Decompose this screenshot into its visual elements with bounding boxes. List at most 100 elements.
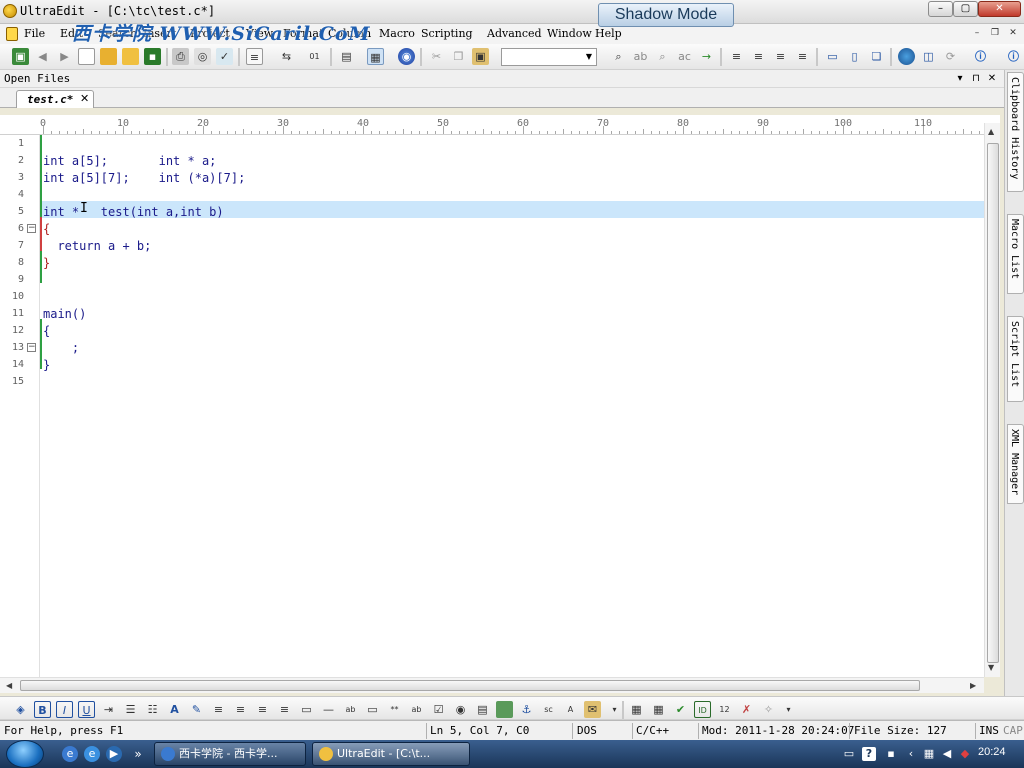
bullets-icon[interactable]: ☰ bbox=[122, 701, 139, 718]
scroll-right-icon[interactable]: ▶ bbox=[970, 681, 976, 690]
ruler-icon[interactable]: ▦ bbox=[367, 48, 384, 65]
line-number-gutter[interactable]: 1 2 3 4 5 6 7 8 9 10 11 12 13 14 15 − − bbox=[0, 135, 40, 677]
menu-macro[interactable]: Macro bbox=[379, 27, 415, 40]
minimize-button[interactable]: – bbox=[928, 1, 953, 17]
forward-icon[interactable]: ▶ bbox=[56, 48, 73, 65]
checkbox-icon[interactable]: ☑ bbox=[430, 701, 447, 718]
script-icon[interactable]: sc bbox=[540, 701, 557, 718]
wordwrap-icon[interactable]: ⇆ bbox=[278, 48, 295, 65]
table-insert-icon[interactable]: ▦ bbox=[650, 701, 667, 718]
edit-icon[interactable]: ✎ bbox=[188, 701, 205, 718]
anchor-icon[interactable]: ⚓ bbox=[518, 701, 535, 718]
horizontal-scrollbar[interactable]: ◀ ▶ bbox=[0, 677, 984, 693]
column-mode-icon[interactable]: ▤ bbox=[338, 48, 355, 65]
ie-icon[interactable]: e bbox=[84, 746, 100, 762]
taskbar-overflow-icon[interactable]: » bbox=[130, 746, 146, 762]
tab-test-c[interactable]: test.c* ✕ bbox=[16, 90, 94, 108]
security-shield-icon[interactable]: ◆ bbox=[958, 747, 972, 761]
scroll-left-icon[interactable]: ◀ bbox=[6, 681, 12, 690]
panel-close-icon[interactable]: ✕ bbox=[985, 72, 999, 86]
number-icon[interactable]: 12 bbox=[716, 701, 733, 718]
ultraedit-app-icon[interactable] bbox=[3, 4, 17, 18]
open-icon[interactable] bbox=[122, 48, 139, 65]
paragraph-icon[interactable]: ≡ bbox=[276, 701, 293, 718]
cut-icon[interactable]: ✂ bbox=[428, 48, 445, 65]
more-icon[interactable]: ▾ bbox=[780, 701, 797, 718]
print-icon[interactable]: ⎙ bbox=[172, 48, 189, 65]
font-icon[interactable]: A bbox=[166, 701, 183, 718]
style-icon[interactable]: A bbox=[562, 701, 579, 718]
textarea-icon[interactable]: ab bbox=[408, 701, 425, 718]
code-text-area[interactable]: int a[5]; int * a; int a[5][7]; int (*a)… bbox=[40, 135, 984, 677]
preview-icon[interactable]: ◫ bbox=[920, 48, 937, 65]
print-preview-icon[interactable]: ◎ bbox=[194, 48, 211, 65]
align-right-icon[interactable]: ≡ bbox=[254, 701, 271, 718]
hex-icon[interactable]: 01 bbox=[306, 48, 323, 65]
taskbar-item-browser[interactable]: 西卡学院 - 西卡学... bbox=[154, 742, 306, 766]
start-button[interactable] bbox=[6, 740, 44, 768]
search-combo[interactable]: ▼ bbox=[501, 48, 597, 66]
editor-pane[interactable]: 0 10 20 30 40 50 60 70 80 90 100 110 1 2… bbox=[0, 115, 1000, 677]
scroll-up-icon[interactable]: ▲ bbox=[988, 127, 994, 136]
copy-icon[interactable]: ❐ bbox=[450, 48, 467, 65]
image-icon[interactable] bbox=[496, 701, 513, 718]
shadow-mode-button[interactable]: Shadow Mode bbox=[598, 3, 734, 27]
align-right-icon[interactable]: ≡ bbox=[772, 48, 789, 65]
radio-icon[interactable]: ◉ bbox=[452, 701, 469, 718]
maximize-button[interactable]: ▢ bbox=[953, 1, 978, 17]
panel-pin-icon[interactable]: ▾ bbox=[953, 72, 967, 86]
align-center-icon[interactable]: ≡ bbox=[750, 48, 767, 65]
media-player-icon[interactable]: ▶ bbox=[106, 746, 122, 762]
network-icon[interactable]: ▦ bbox=[922, 747, 936, 761]
mdi-close-button[interactable]: ✕ bbox=[1005, 26, 1021, 41]
menu-file[interactable]: File bbox=[24, 27, 45, 40]
select-icon[interactable]: ▤ bbox=[474, 701, 491, 718]
html-icon[interactable]: ◈ bbox=[12, 701, 29, 718]
indent-icon[interactable]: ⇥ bbox=[100, 701, 117, 718]
keyboard-icon[interactable]: ▭ bbox=[842, 747, 856, 761]
align-center-icon[interactable]: ≡ bbox=[232, 701, 249, 718]
fold-collapse-icon[interactable]: − bbox=[27, 343, 36, 352]
options-icon[interactable]: ✧ bbox=[760, 701, 777, 718]
side-tab-script-list[interactable]: Script List bbox=[1007, 316, 1024, 402]
scroll-down-icon[interactable]: ▼ bbox=[988, 663, 994, 672]
taskbar-item-ultraedit[interactable]: UltraEdit - [C:\t... bbox=[312, 742, 470, 766]
align-left-icon[interactable]: ≡ bbox=[728, 48, 745, 65]
validate-icon[interactable]: ✔ bbox=[672, 701, 689, 718]
mdi-restore-button[interactable]: ❐ bbox=[987, 26, 1003, 41]
explorer-icon[interactable]: e bbox=[62, 746, 78, 762]
chevron-down-icon[interactable]: ▼ bbox=[582, 49, 596, 65]
grid-icon[interactable]: ▦ bbox=[628, 701, 645, 718]
tray-expand-icon[interactable]: ‹ bbox=[904, 747, 918, 761]
help-icon[interactable]: ⓘ bbox=[1005, 48, 1022, 65]
split-vertical-icon[interactable]: ▯ bbox=[846, 48, 863, 65]
window-icon[interactable]: ❏ bbox=[868, 48, 885, 65]
mail-icon[interactable]: ✉ bbox=[584, 701, 601, 718]
paste-icon[interactable]: ▣ bbox=[472, 48, 489, 65]
bold-icon[interactable]: B bbox=[34, 701, 51, 718]
open-folder-icon[interactable] bbox=[100, 48, 117, 65]
fold-collapse-icon[interactable]: − bbox=[27, 224, 36, 233]
info-icon[interactable]: ⓘ bbox=[972, 48, 989, 65]
save-icon[interactable]: ▪ bbox=[144, 48, 161, 65]
input-icon[interactable]: ▭ bbox=[364, 701, 381, 718]
mdi-minimize-button[interactable]: – bbox=[969, 26, 985, 41]
goto-icon[interactable]: → bbox=[698, 48, 715, 65]
close-button[interactable]: ✕ bbox=[978, 1, 1021, 17]
numbered-list-icon[interactable]: ☷ bbox=[144, 701, 161, 718]
more-icon[interactable]: ▾ bbox=[606, 701, 623, 718]
password-icon[interactable]: ** bbox=[386, 701, 403, 718]
help-tray-icon[interactable]: ? bbox=[862, 747, 876, 761]
italic-icon[interactable]: I bbox=[56, 701, 73, 718]
menu-window[interactable]: Window bbox=[547, 27, 592, 40]
panel-float-icon[interactable]: ⊓ bbox=[969, 72, 983, 86]
underline-icon[interactable]: U bbox=[78, 701, 95, 718]
vertical-scrollbar[interactable]: ▲ ▼ bbox=[984, 123, 1000, 677]
tools-icon[interactable]: ✗ bbox=[738, 701, 755, 718]
table-icon[interactable]: ▭ bbox=[298, 701, 315, 718]
hr-icon[interactable]: — bbox=[320, 701, 337, 718]
justify-icon[interactable]: ≡ bbox=[794, 48, 811, 65]
taskbar-clock[interactable]: 20:24 bbox=[978, 746, 1006, 758]
side-tab-macro-list[interactable]: Macro List bbox=[1007, 214, 1024, 294]
menu-help[interactable]: Help bbox=[595, 27, 622, 40]
